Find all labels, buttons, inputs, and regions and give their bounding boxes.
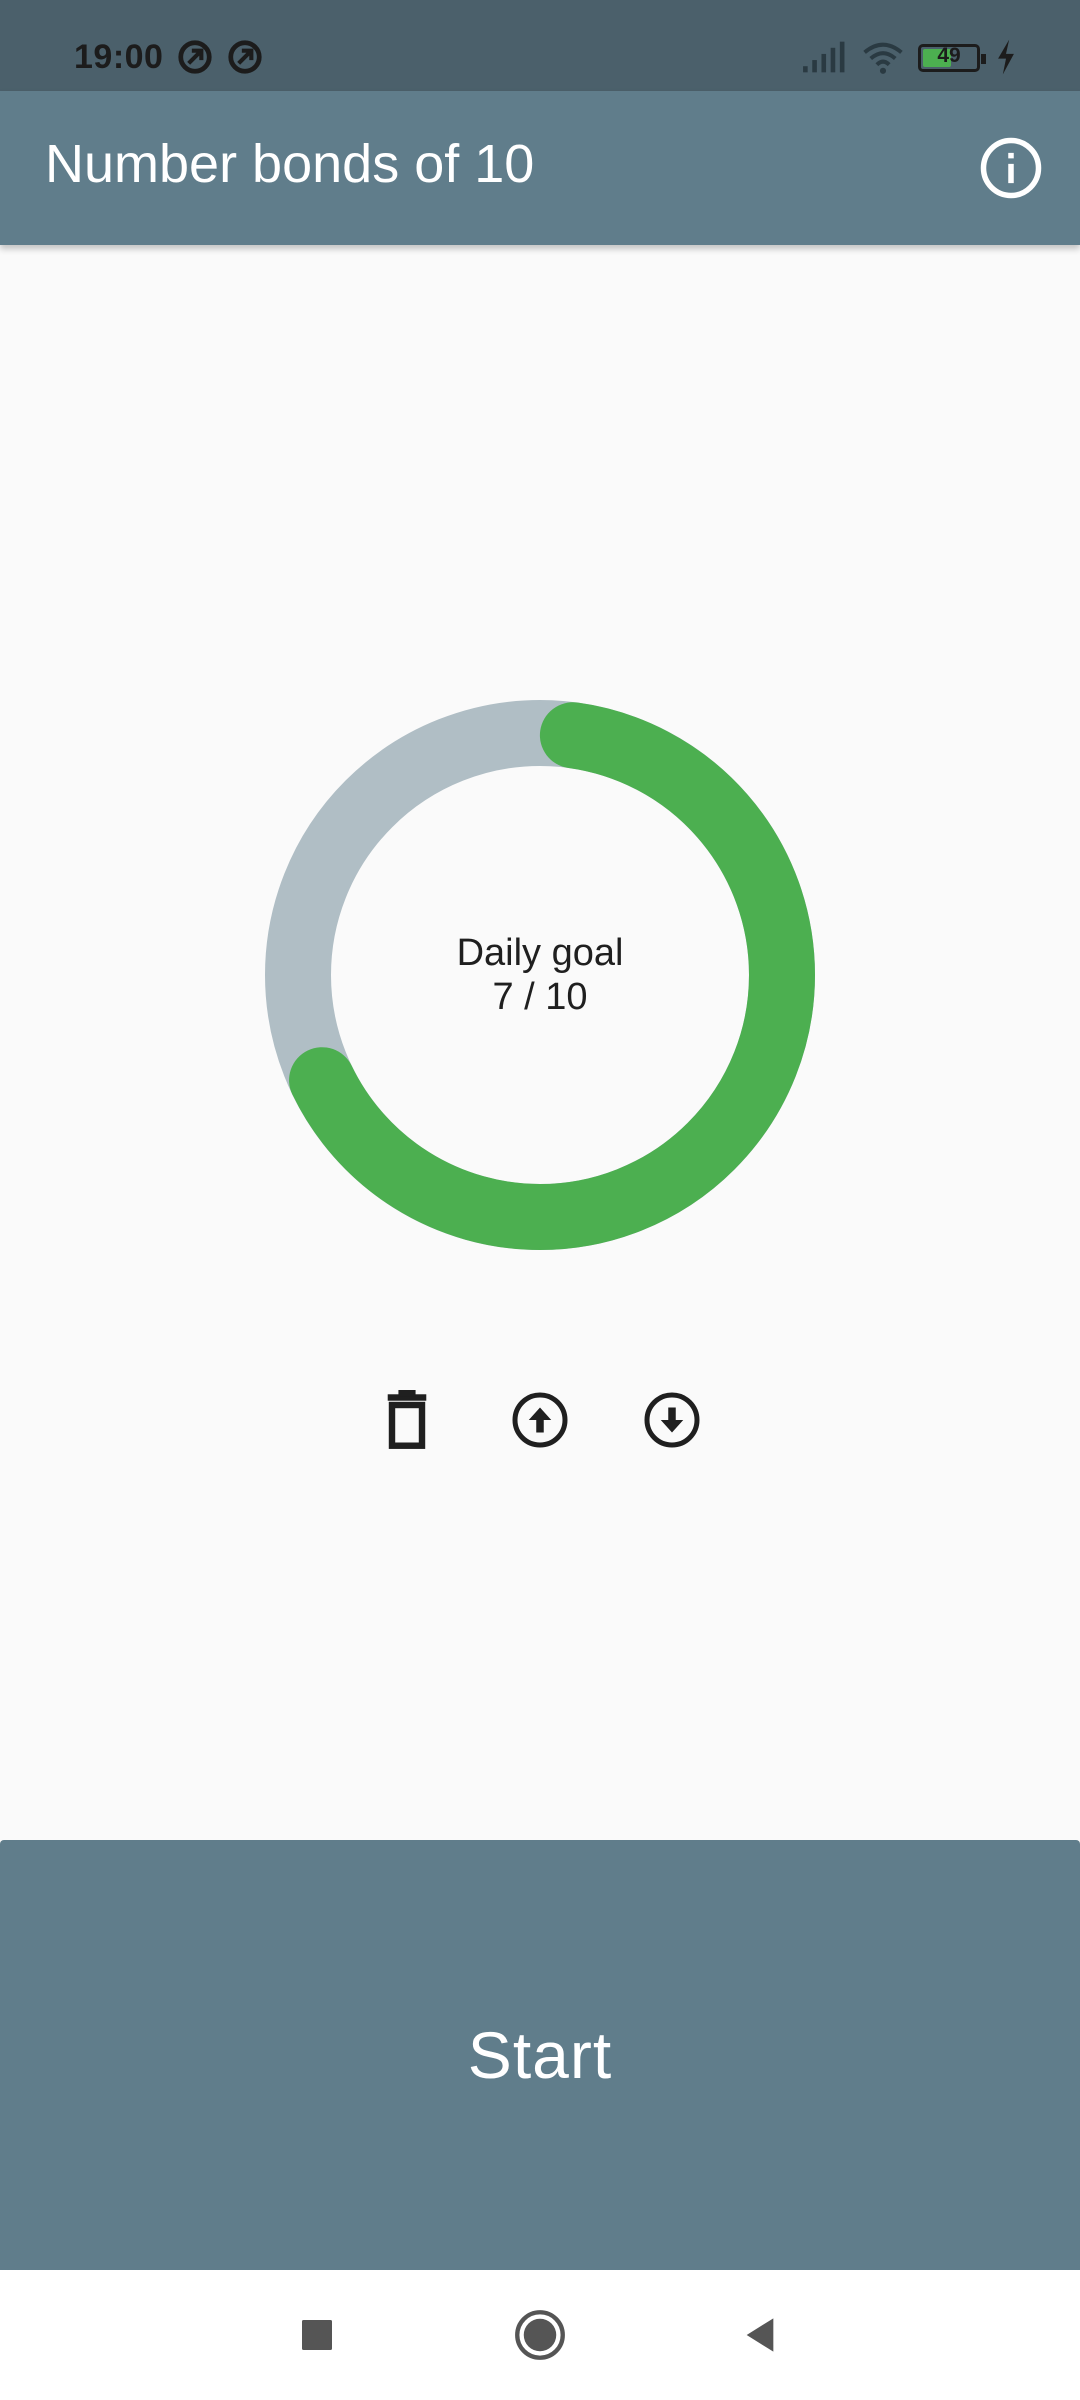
daily-goal-text: Daily goal 7 / 10 <box>265 700 815 1250</box>
upload-icon <box>512 1392 568 1448</box>
delete-button[interactable] <box>367 1380 447 1460</box>
back-icon <box>746 2318 774 2352</box>
home-button[interactable] <box>505 2300 575 2370</box>
start-button-label: Start <box>467 2018 613 2092</box>
status-time: 19:00 <box>74 38 164 76</box>
home-icon <box>515 2310 565 2360</box>
status-bar: 19:00 49 <box>0 0 1080 91</box>
action-row <box>0 1380 1080 1460</box>
back-button[interactable] <box>725 2300 795 2370</box>
navigation-bar <box>0 2270 1080 2400</box>
sync-icon <box>178 40 212 74</box>
download-button[interactable] <box>632 1380 712 1460</box>
page-title: Number bonds of 10 <box>45 134 535 194</box>
info-icon[interactable] <box>978 135 1044 201</box>
app-bar: Number bonds of 10 <box>0 91 1080 245</box>
recents-button[interactable] <box>282 2300 352 2370</box>
wifi-icon <box>863 42 903 74</box>
daily-goal-count: 7 / 10 <box>492 976 588 1018</box>
start-button[interactable]: Start <box>0 1840 1080 2270</box>
daily-goal-label: Daily goal <box>456 932 624 974</box>
recents-icon <box>302 2320 332 2350</box>
main-content: Daily goal 7 / 10 <box>0 245 1080 1840</box>
signal-icon <box>803 41 845 73</box>
charging-icon <box>998 39 1014 75</box>
download-icon <box>644 1392 700 1448</box>
delete-icon <box>387 1390 427 1449</box>
upload-button[interactable] <box>500 1380 580 1460</box>
battery-level: 49 <box>937 44 961 67</box>
battery-icon: 49 <box>918 44 986 72</box>
sync-icon <box>228 40 262 74</box>
